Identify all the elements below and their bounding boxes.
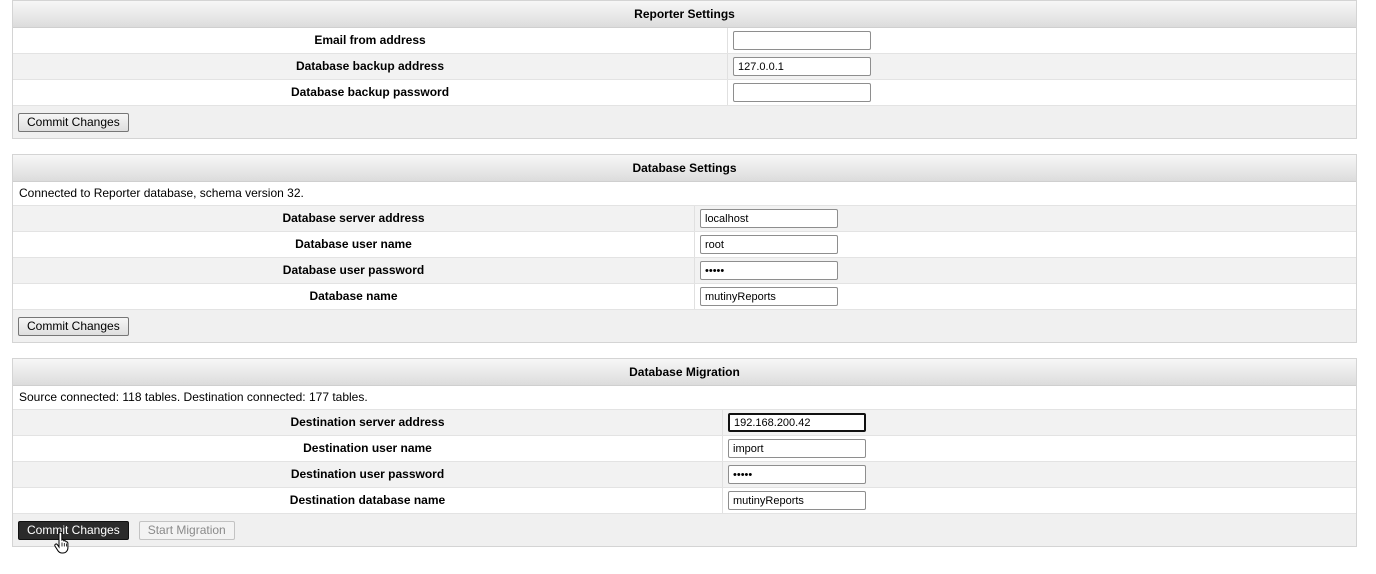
db-server-input[interactable] <box>700 209 838 228</box>
email-from-input[interactable] <box>733 31 871 50</box>
db-name-row: Database name <box>13 284 1356 310</box>
db-user-label: Database user name <box>13 232 695 257</box>
database-commit-button[interactable]: Commit Changes <box>18 316 129 336</box>
migration-commit-button[interactable]: Commit Changes <box>18 520 129 540</box>
backup-address-row: Database backup address <box>13 54 1356 80</box>
database-settings-title: Database Settings <box>13 155 1356 182</box>
database-settings-panel: Database Settings Connected to Reporter … <box>12 154 1357 343</box>
backup-address-label: Database backup address <box>13 54 728 79</box>
reporter-footer: Commit Changes <box>13 106 1356 138</box>
backup-address-input[interactable] <box>733 57 871 76</box>
backup-password-row: Database backup password <box>13 80 1356 106</box>
migration-status-text: Source connected: 118 tables. Destinatio… <box>13 386 1356 410</box>
dest-server-input[interactable] <box>728 413 866 432</box>
dest-password-input[interactable] <box>728 465 866 484</box>
db-server-row: Database server address <box>13 206 1356 232</box>
dest-password-label: Destination user password <box>13 462 723 487</box>
backup-password-input[interactable] <box>733 83 871 102</box>
dest-user-row: Destination user name <box>13 436 1356 462</box>
database-footer: Commit Changes <box>13 310 1356 342</box>
backup-password-label: Database backup password <box>13 80 728 105</box>
dest-dbname-label: Destination database name <box>13 488 723 513</box>
reporter-settings-panel: Reporter Settings Email from address Dat… <box>12 0 1357 139</box>
reporter-commit-button[interactable]: Commit Changes <box>18 112 129 132</box>
db-user-input[interactable] <box>700 235 838 254</box>
email-from-label: Email from address <box>13 28 728 53</box>
db-password-row: Database user password <box>13 258 1356 284</box>
hand-cursor-icon <box>54 532 69 554</box>
start-migration-button[interactable]: Start Migration <box>138 520 235 540</box>
dest-server-label: Destination server address <box>13 410 723 435</box>
dest-user-input[interactable] <box>728 439 866 458</box>
dest-user-label: Destination user name <box>13 436 723 461</box>
db-user-row: Database user name <box>13 232 1356 258</box>
database-migration-panel: Database Migration Source connected: 118… <box>12 358 1357 547</box>
database-status-text: Connected to Reporter database, schema v… <box>13 182 1356 206</box>
reporter-settings-title: Reporter Settings <box>13 1 1356 28</box>
dest-dbname-row: Destination database name <box>13 488 1356 514</box>
db-name-input[interactable] <box>700 287 838 306</box>
database-migration-title: Database Migration <box>13 359 1356 386</box>
dest-dbname-input[interactable] <box>728 491 866 510</box>
migration-footer: Commit Changes Start Migration <box>13 514 1356 546</box>
db-name-label: Database name <box>13 284 695 309</box>
db-password-input[interactable] <box>700 261 838 280</box>
dest-server-row: Destination server address <box>13 410 1356 436</box>
email-from-row: Email from address <box>13 28 1356 54</box>
db-password-label: Database user password <box>13 258 695 283</box>
db-server-label: Database server address <box>13 206 695 231</box>
dest-password-row: Destination user password <box>13 462 1356 488</box>
